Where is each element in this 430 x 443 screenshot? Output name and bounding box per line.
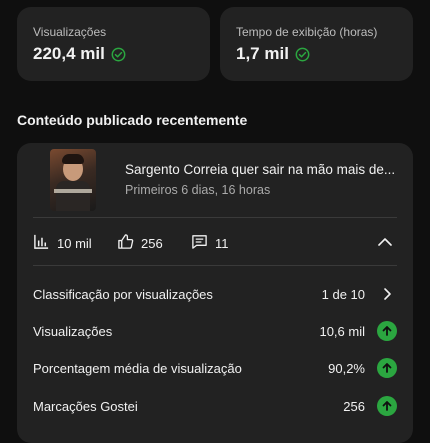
video-title[interactable]: Sargento Correia quer sair na mão mais d…	[125, 162, 400, 177]
stat-card-watch-time[interactable]: Tempo de exibição (horas) 1,7 mil	[220, 7, 413, 81]
thumbs-up-icon	[117, 233, 134, 253]
arrow-up-icon	[377, 321, 397, 341]
row-view-ranking[interactable]: Classificação por visualizações 1 de 10	[33, 283, 397, 305]
metric-likes-value: 256	[141, 235, 163, 251]
arrow-up-icon	[377, 396, 397, 416]
row-avg-view-percentage: Porcentagem média de visualização 90,2%	[33, 357, 397, 379]
metric-comments-value: 11	[215, 235, 229, 251]
metric-comments: 11	[191, 233, 229, 253]
section-title: Conteúdo publicado recentemente	[17, 112, 248, 128]
stat-label: Visualizações	[33, 25, 107, 39]
row-value: 10,6 mil	[319, 323, 365, 339]
chevron-right-icon	[377, 287, 397, 301]
row-label: Visualizações	[33, 323, 113, 339]
row-value: 1 de 10	[321, 286, 365, 302]
row-likes: Marcações Gostei 256	[33, 395, 397, 417]
check-circle-icon	[111, 47, 126, 62]
video-thumbnail[interactable]	[50, 149, 96, 211]
row-label: Classificação por visualizações	[33, 286, 213, 302]
stat-value-row: 1,7 mil	[236, 44, 310, 64]
divider	[33, 217, 397, 218]
row-views: Visualizações 10,6 mil	[33, 320, 397, 342]
check-circle-icon	[295, 47, 310, 62]
metric-views: 10 mil	[33, 233, 92, 253]
video-subtitle: Primeiros 6 dias, 16 horas	[125, 183, 271, 197]
stat-card-views[interactable]: Visualizações 220,4 mil	[17, 7, 210, 81]
video-metrics-row: 10 mil 256 11	[33, 233, 397, 253]
bar-chart-icon	[33, 233, 50, 253]
recent-content-card: Sargento Correia quer sair na mão mais d…	[17, 143, 413, 443]
comment-icon	[191, 233, 208, 253]
thumbnail-figure-hair	[62, 154, 84, 164]
stat-label: Tempo de exibição (horas)	[236, 25, 378, 39]
stat-value: 220,4 mil	[33, 44, 105, 63]
thumbnail-figure-body	[56, 181, 90, 211]
row-label: Marcações Gostei	[33, 398, 138, 414]
row-value: 90,2%	[328, 360, 365, 376]
stat-value: 1,7 mil	[236, 44, 289, 63]
metric-views-value: 10 mil	[57, 235, 92, 251]
row-label: Porcentagem média de visualização	[33, 360, 242, 376]
stat-value-row: 220,4 mil	[33, 44, 126, 64]
thumbnail-caption-bar	[54, 189, 92, 193]
metric-likes: 256	[117, 233, 163, 253]
divider	[33, 265, 397, 266]
arrow-up-icon	[377, 358, 397, 378]
chevron-up-icon[interactable]	[377, 235, 393, 254]
row-value: 256	[343, 398, 365, 414]
